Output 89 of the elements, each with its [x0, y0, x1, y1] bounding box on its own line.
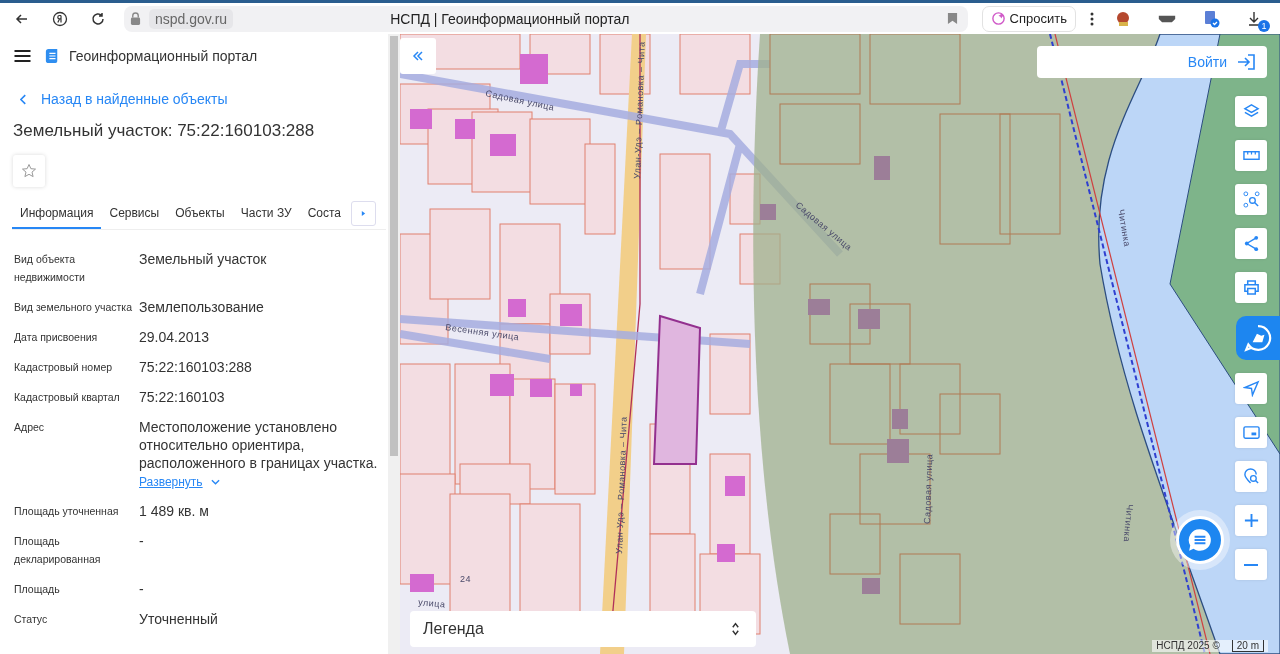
ruler-button[interactable]	[1235, 140, 1267, 171]
share-icon	[1242, 235, 1260, 252]
favorite-button[interactable]	[13, 155, 45, 187]
map-label: Садовая улица	[484, 88, 556, 113]
attribution-text: НСПД 2025 ©	[1156, 640, 1220, 652]
scrollbar[interactable]	[388, 34, 400, 654]
object-heading: Земельный участок: 75:22:160103:288	[13, 121, 316, 141]
property-label: Дата присвоения	[14, 330, 99, 345]
legend-dropdown[interactable]: Легенда	[410, 611, 756, 647]
tab[interactable]: Информация	[12, 198, 102, 229]
map-label: Улан-Удэ – Романовка – Чита	[632, 41, 647, 180]
minus-icon	[1244, 563, 1258, 566]
minimap-button[interactable]	[1235, 417, 1267, 448]
download-count-badge: 1	[1258, 19, 1270, 32]
back-link[interactable]: Назад в найденные объекты	[20, 88, 386, 110]
print-button[interactable]	[1235, 272, 1267, 303]
navigate-button[interactable]	[1235, 373, 1267, 404]
lock-icon	[130, 12, 141, 25]
map-label: Читинка	[1116, 208, 1133, 248]
chevron-left-icon	[20, 93, 27, 105]
page-title: НСПД | Геоинформационный портал	[389, 10, 631, 27]
map-label: Улан-Удэ – Романовка – Чита	[614, 416, 629, 555]
map-label: Весенняя улица	[444, 322, 520, 343]
property-label: Вид объекта недвижимости	[14, 252, 86, 285]
menu-icon[interactable]	[14, 50, 31, 62]
url-text: nspd.gov.ru	[149, 8, 234, 29]
property-value: -	[139, 580, 145, 598]
property-value: 75:22:160103	[139, 388, 226, 406]
bookmark-icon[interactable]	[946, 12, 958, 25]
share-button[interactable]	[1235, 228, 1267, 259]
property-value: 75:22:160103:288	[139, 358, 253, 376]
login-button[interactable]: Войти	[1037, 46, 1267, 78]
picture-in-picture-icon	[1242, 424, 1260, 441]
property-value: Уточненный	[139, 610, 219, 628]
property-label: Кадастровый квартал	[14, 390, 121, 405]
browser-logo-icon[interactable]	[52, 10, 68, 27]
plus-icon	[1242, 512, 1260, 529]
sort-arrows-icon	[731, 621, 740, 637]
property-label: Площадь декларированная	[14, 534, 102, 567]
chevron-down-icon	[210, 479, 220, 485]
property-label: Кадастровый номер	[14, 360, 114, 375]
property-label: Адрес	[14, 420, 46, 435]
select-button[interactable]	[1235, 184, 1267, 215]
sign-in-icon	[1237, 54, 1255, 70]
print-icon	[1242, 279, 1260, 296]
more-icon[interactable]	[1090, 10, 1094, 27]
property-label: Площадь	[14, 582, 61, 597]
property-label: Площадь уточненная	[14, 504, 120, 519]
extension-icon[interactable]	[1202, 9, 1220, 28]
area-search-icon	[1242, 191, 1260, 208]
speech-bubble-map-icon	[1244, 324, 1272, 352]
expand-link[interactable]: Развернуть	[139, 475, 220, 489]
tab[interactable]: Объекты	[167, 198, 233, 229]
scrollbar-thumb[interactable]	[390, 36, 398, 456]
triangle-right-icon	[361, 210, 367, 217]
location-search-icon	[1242, 468, 1260, 485]
map-feature-button[interactable]	[1236, 316, 1280, 360]
map-label: 24	[460, 574, 471, 584]
layers-button[interactable]	[1235, 96, 1267, 127]
property-value: -	[139, 532, 145, 550]
extension-icon[interactable]	[1114, 9, 1132, 28]
star-icon	[21, 163, 37, 179]
property-value: 29.04.2013	[139, 328, 211, 346]
app-logo-icon	[45, 48, 59, 64]
double-chevron-left-icon	[412, 51, 424, 61]
map-label: Читинка	[1121, 503, 1135, 543]
reload-icon[interactable]	[90, 10, 106, 27]
zoom-in-button[interactable]	[1235, 505, 1267, 536]
map-label: улица	[417, 597, 446, 610]
ask-button[interactable]: Спросить	[981, 5, 1076, 32]
zoom-out-button[interactable]	[1235, 549, 1267, 580]
property-value: 1 489 кв. м	[139, 502, 210, 520]
property-label: Вид земельного участка	[14, 300, 134, 315]
address-bar[interactable]: nspd.gov.ru НСПД | Геоинформационный портал	[124, 5, 968, 32]
tab[interactable]: Части ЗУ	[232, 198, 300, 229]
locate-button[interactable]	[1235, 461, 1267, 492]
property-label: Статус	[14, 612, 49, 627]
property-value: Местоположение установлено относительно ориентира, расположенного в границах участка.	[139, 418, 379, 472]
layers-icon	[1242, 103, 1260, 120]
map-label: Садовая улица	[922, 453, 935, 525]
tab[interactable]: Соста	[299, 198, 350, 229]
navigation-arrow-icon	[1242, 380, 1260, 397]
property-value: Землепользование	[139, 298, 265, 316]
tab[interactable]: Сервисы	[101, 198, 168, 229]
collapse-panel-button[interactable]	[400, 38, 436, 74]
app-title: Геоинформационный портал	[69, 48, 258, 64]
chat-icon	[1187, 527, 1213, 553]
property-value: Земельный участок	[139, 250, 268, 268]
scale-bar: 20 m	[1231, 640, 1264, 652]
